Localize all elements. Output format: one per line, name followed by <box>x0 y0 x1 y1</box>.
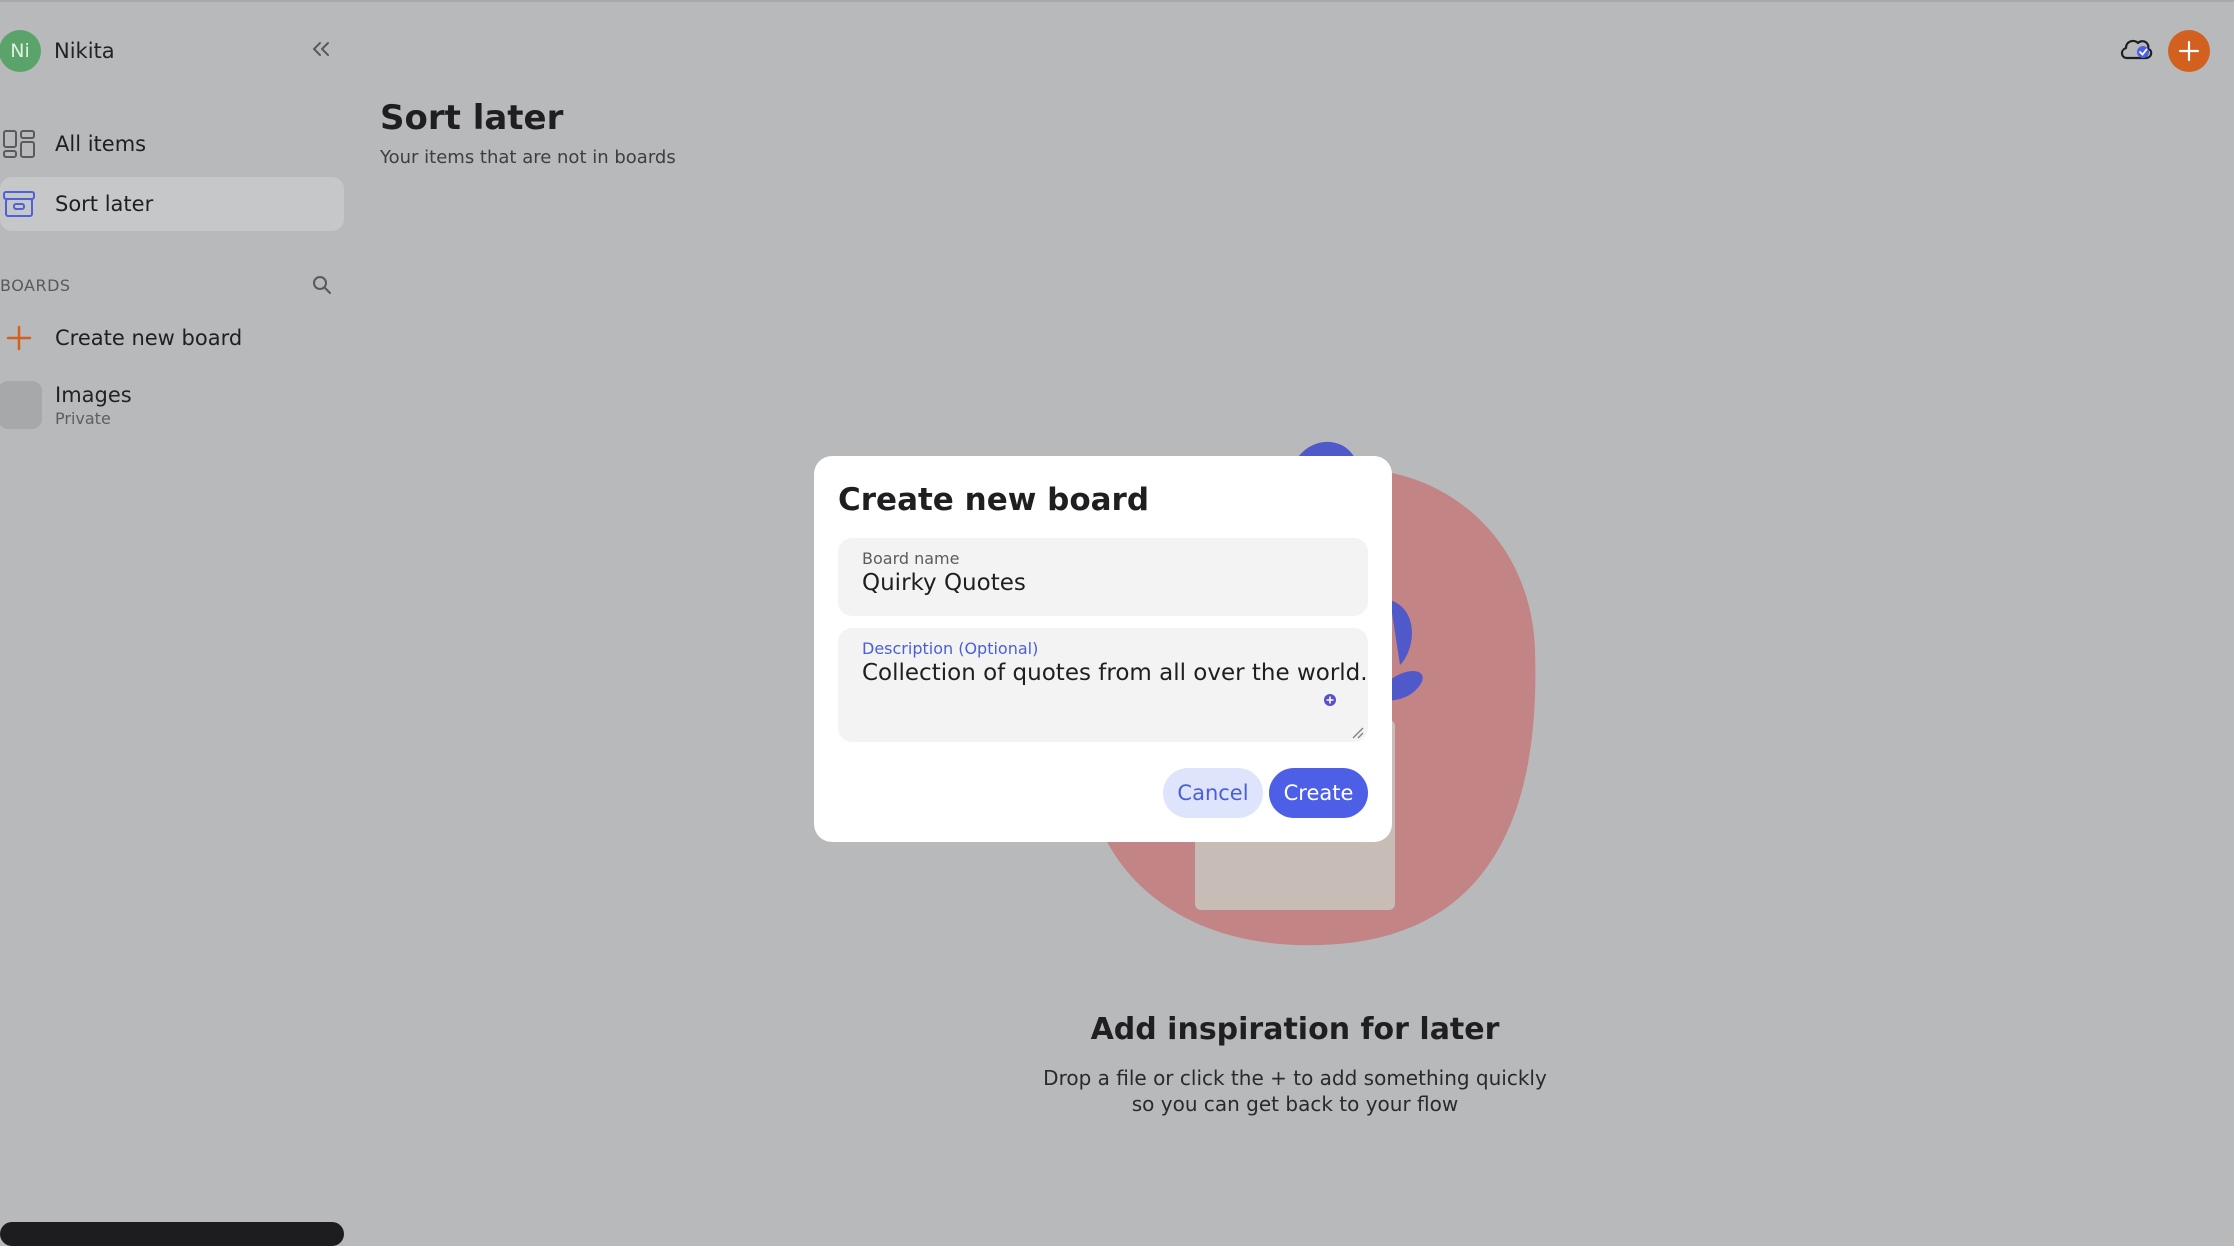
cancel-button[interactable]: Cancel <box>1163 768 1263 818</box>
description-field[interactable]: Description (Optional) Collection of quo… <box>838 628 1368 742</box>
grid-icon <box>0 128 38 160</box>
avatar[interactable]: Ni <box>0 30 41 72</box>
resize-handle-icon[interactable] <box>1350 724 1364 739</box>
sidebar-item-label: All items <box>55 132 147 156</box>
board-name-input[interactable]: Quirky Quotes <box>862 570 1026 596</box>
sidebar-board-images[interactable]: Images Private <box>0 380 132 430</box>
create-new-board-button[interactable]: Create new board <box>0 318 242 358</box>
user-name: Nikita <box>54 39 115 63</box>
create-button[interactable]: Create <box>1269 768 1368 818</box>
board-name-label: Board name <box>862 549 960 568</box>
sidebar: Ni Nikita All items Sort later BOARDS Cr… <box>0 0 344 1246</box>
dialog-title: Create new board <box>838 482 1150 518</box>
description-input[interactable]: Collection of quotes from all over the w… <box>862 660 1368 686</box>
create-board-dialog: Create new board Board name Quirky Quote… <box>814 456 1392 842</box>
board-name-field[interactable]: Board name Quirky Quotes <box>838 538 1368 616</box>
board-visibility: Private <box>55 408 111 428</box>
create-board-label: Create new board <box>55 326 243 350</box>
plus-icon <box>0 319 38 357</box>
boards-label: BOARDS <box>0 276 71 295</box>
page-title: Sort later <box>380 98 564 138</box>
collapse-sidebar-icon[interactable] <box>308 36 334 62</box>
user-profile[interactable]: Ni Nikita <box>0 28 115 74</box>
cloud-sync-icon[interactable] <box>2118 34 2154 64</box>
add-item-button[interactable] <box>2168 30 2210 72</box>
page-subtitle: Your items that are not in boards <box>380 147 676 168</box>
archive-box-icon <box>0 188 38 220</box>
board-thumbnail <box>0 381 42 429</box>
plus-icon <box>2178 40 2200 62</box>
grammar-assist-icon[interactable] <box>1322 692 1338 708</box>
search-icon[interactable] <box>311 274 335 298</box>
board-name: Images <box>55 382 132 407</box>
sidebar-item-all-items[interactable]: All items <box>0 117 344 171</box>
sidebar-item-sort-later[interactable]: Sort later <box>0 177 344 231</box>
sidebar-item-label: Sort later <box>55 192 154 216</box>
empty-state-description: Drop a file or click the + to add someth… <box>1043 1066 1547 1116</box>
boards-section-header: BOARDS <box>0 276 340 298</box>
empty-state-title: Add inspiration for later <box>1090 1012 1500 1047</box>
description-label: Description (Optional) <box>862 639 1039 658</box>
sidebar-bottom-bar <box>0 1222 344 1246</box>
